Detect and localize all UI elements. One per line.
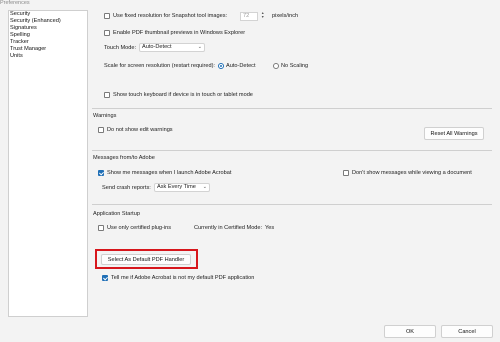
sidebar-item-security-enhanced[interactable]: Security (Enhanced) <box>10 18 61 24</box>
crash-reports-label: Send crash reports: <box>102 185 151 191</box>
crash-reports-value: Ask Every Time <box>157 184 196 190</box>
scale-no-scaling-radio[interactable] <box>273 63 279 69</box>
dont-show-while-viewing-checkbox[interactable] <box>343 170 349 176</box>
scale-no-scaling-label: No Scaling <box>281 63 309 69</box>
certified-mode-value: Yes <box>265 225 275 231</box>
pdf-thumbnail-label: Enable PDF thumbnail previews in Windows… <box>113 30 246 36</box>
show-messages-checkbox[interactable] <box>98 170 104 176</box>
tell-me-default-checkbox[interactable] <box>102 275 108 281</box>
certified-mode-label: Currently in Certified Mode: <box>194 225 263 231</box>
section-divider <box>92 204 492 205</box>
fixed-resolution-checkbox[interactable] <box>104 13 110 19</box>
touch-mode-label: Touch Mode: <box>104 45 137 51</box>
select-default-pdf-handler-button[interactable]: Select As Default PDF Handler <box>101 254 191 265</box>
chevron-down-icon: ⌄ <box>197 44 202 50</box>
section-divider <box>92 108 492 109</box>
sidebar-item-spelling[interactable]: Spelling <box>10 32 30 38</box>
touch-keyboard-checkbox[interactable] <box>104 92 110 98</box>
sidebar-item-signatures[interactable]: Signatures <box>10 25 37 31</box>
sidebar-item-tracker[interactable]: Tracker <box>10 39 29 45</box>
crash-reports-dropdown[interactable]: Ask Every Time ⌄ <box>154 183 210 192</box>
sidebar-item-trust-manager[interactable]: Trust Manager <box>10 46 46 52</box>
reset-all-warnings-button[interactable]: Reset All Warnings <box>424 127 484 140</box>
resolution-unit: pixels/inch <box>272 13 299 19</box>
fixed-resolution-label: Use fixed resolution for Snapshot tool i… <box>113 13 228 19</box>
scale-resolution-label: Scale for screen resolution (restart req… <box>104 63 215 69</box>
section-divider <box>92 150 492 151</box>
no-edit-warnings-label: Do not show edit warnings <box>107 127 173 133</box>
resolution-spinner-input[interactable]: 72 <box>240 12 258 21</box>
sidebar-item-units[interactable]: Units <box>10 53 23 59</box>
dont-show-while-viewing-label: Don't show messages while viewing a docu… <box>352 170 472 176</box>
scale-auto-detect-radio[interactable] <box>218 63 224 69</box>
touch-mode-value: Auto-Detect <box>142 44 172 50</box>
no-edit-warnings-checkbox[interactable] <box>98 127 104 133</box>
pdf-thumbnail-checkbox[interactable] <box>104 30 110 36</box>
sidebar-item-security[interactable]: Security <box>10 11 30 17</box>
show-messages-label: Show me messages when I launch Adobe Acr… <box>107 170 232 176</box>
touch-keyboard-label: Show touch keyboard if device is in touc… <box>113 92 253 98</box>
certified-plugins-checkbox[interactable] <box>98 225 104 231</box>
ok-button[interactable]: OK <box>384 325 436 338</box>
spinner-arrows-icon[interactable]: ▲ ▼ <box>261 11 264 19</box>
touch-mode-dropdown[interactable]: Auto-Detect ⌄ <box>139 43 205 52</box>
certified-plugins-label: Use only certified plug-ins <box>107 225 172 231</box>
tell-me-default-label: Tell me if Adobe Acrobat is not my defau… <box>111 275 255 281</box>
window-title: Preferences <box>0 0 30 6</box>
chevron-down-icon: ⌄ <box>202 184 207 190</box>
scale-auto-detect-label: Auto-Detect <box>226 63 256 69</box>
messages-section-title: Messages from/to Adobe <box>93 155 155 161</box>
startup-section-title: Application Startup <box>93 211 140 217</box>
warnings-section-title: Warnings <box>93 113 117 119</box>
cancel-button[interactable]: Cancel <box>441 325 493 338</box>
preferences-category-list[interactable]: Security Security (Enhanced) Signatures … <box>8 10 88 317</box>
